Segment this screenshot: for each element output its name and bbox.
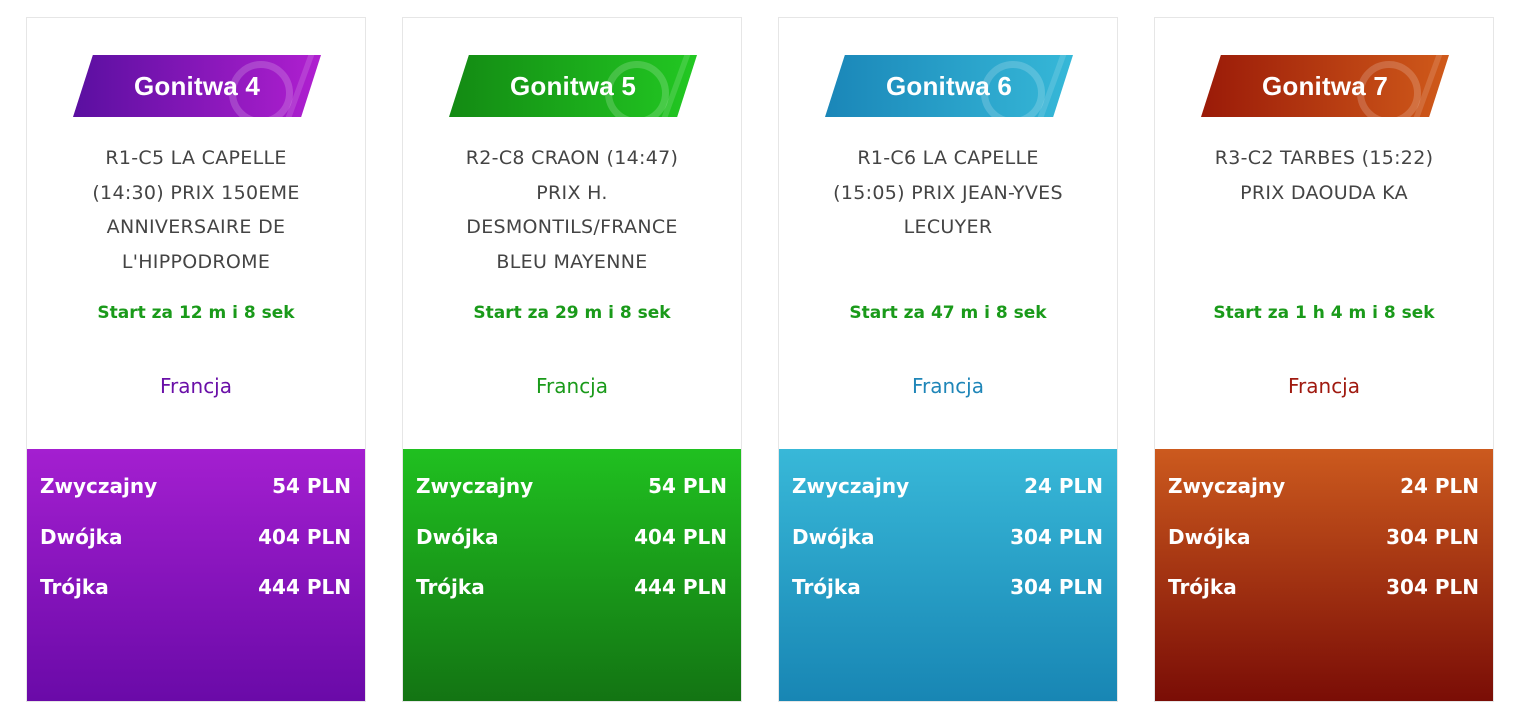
- pool-row: Zwyczajny 24 PLN: [1168, 461, 1479, 512]
- race-card[interactable]: Gonitwa 6 R1-C6 LA CAPELLE (15:05) PRIX …: [778, 17, 1118, 702]
- race-name-line: (14:30) PRIX 150EME: [92, 181, 300, 204]
- race-name: R1-C5 LA CAPELLE (14:30) PRIX 150EME ANN…: [47, 141, 345, 279]
- pool-row: Dwójka 404 PLN: [416, 512, 727, 563]
- country-label: Francja: [911, 374, 984, 398]
- race-name-line: DESMONTILS/FRANCE: [466, 216, 678, 238]
- race-name-line: LECUYER: [903, 216, 993, 238]
- pool-row: Dwójka 304 PLN: [1168, 512, 1479, 563]
- pool-value: 404 PLN: [258, 524, 351, 549]
- country-label: Francja: [159, 374, 232, 398]
- race-name-line: L'HIPPODROME: [121, 250, 271, 273]
- pool-value: 24 PLN: [1400, 474, 1479, 499]
- race-name: R2-C8 CRAON (14:47) PRIX H. DESMONTILS/F…: [423, 141, 721, 279]
- start-countdown: Start za 47 m i 8 sek: [849, 303, 1047, 323]
- pool-row: Trójka 444 PLN: [40, 562, 351, 613]
- race-name: R1-C6 LA CAPELLE (15:05) PRIX JEAN-YVES …: [799, 141, 1097, 245]
- country-label: Francja: [1287, 374, 1360, 398]
- pool-name: Dwójka: [40, 524, 123, 549]
- pool-row: Zwyczajny 24 PLN: [792, 461, 1103, 512]
- pool-name: Trójka: [416, 575, 485, 600]
- pool-value: 444 PLN: [258, 575, 351, 600]
- pool-name: Zwyczajny: [416, 474, 534, 499]
- race-name-line: PRIX DAOUDA KA: [1240, 181, 1408, 204]
- pool-name: Zwyczajny: [40, 474, 158, 499]
- pool-row: Trójka 444 PLN: [416, 562, 727, 613]
- race-name: R3-C2 TARBES (15:22) PRIX DAOUDA KA: [1175, 141, 1473, 210]
- race-badge: Gonitwa 5: [449, 55, 697, 117]
- pool-value: 304 PLN: [1386, 524, 1479, 549]
- pool-value: 444 PLN: [634, 575, 727, 600]
- pool-name: Dwójka: [416, 524, 499, 549]
- start-countdown: Start za 12 m i 8 sek: [97, 303, 295, 323]
- country-label: Francja: [535, 374, 608, 398]
- pool-row: Trójka 304 PLN: [1168, 562, 1479, 613]
- pool-row: Dwójka 304 PLN: [792, 512, 1103, 563]
- race-name-line: (15:05) PRIX JEAN-YVES: [833, 181, 1063, 204]
- pool-name: Dwójka: [1168, 524, 1251, 549]
- race-name-line: R3-C2 TARBES (15:22): [1214, 147, 1434, 169]
- pool-row: Zwyczajny 54 PLN: [416, 461, 727, 512]
- race-badge-label: Gonitwa 6: [885, 70, 1013, 101]
- pool-panel: Zwyczajny 24 PLN Dwójka 304 PLN Trójka 304 …: [779, 449, 1117, 701]
- race-name-line: R2-C8 CRAON (14:47): [465, 147, 679, 169]
- pool-name: Trójka: [40, 575, 109, 600]
- pool-value: 54 PLN: [272, 474, 351, 499]
- pool-value: 54 PLN: [648, 474, 727, 499]
- race-badge: Gonitwa 7: [1201, 55, 1449, 117]
- pool-row: Trójka 304 PLN: [792, 562, 1103, 613]
- start-countdown: Start za 1 h 4 m i 8 sek: [1213, 303, 1435, 323]
- pool-panel: Zwyczajny 54 PLN Dwójka 404 PLN Trójka 444 …: [403, 449, 741, 701]
- race-name-line: BLEU MAYENNE: [496, 250, 648, 273]
- pool-name: Zwyczajny: [1168, 474, 1286, 499]
- race-badge-label: Gonitwa 4: [133, 70, 261, 101]
- pool-row: Dwójka 404 PLN: [40, 512, 351, 563]
- pool-value: 404 PLN: [634, 524, 727, 549]
- pool-panel: Zwyczajny 24 PLN Dwójka 304 PLN Trójka 304 …: [1155, 449, 1493, 701]
- pool-name: Trójka: [792, 575, 861, 600]
- race-name-line: PRIX H.: [536, 181, 608, 204]
- race-name-line: ANNIVERSAIRE DE: [106, 216, 286, 238]
- pool-value: 304 PLN: [1010, 524, 1103, 549]
- pool-panel: Zwyczajny 54 PLN Dwójka 404 PLN Trójka 444 …: [27, 449, 365, 701]
- pool-name: Trójka: [1168, 575, 1237, 600]
- pool-value: 24 PLN: [1024, 474, 1103, 499]
- start-countdown: Start za 29 m i 8 sek: [473, 303, 671, 323]
- race-cards: Gonitwa 4 R1-C5 LA CAPELLE (14:30) PRIX …: [26, 17, 1494, 702]
- pool-value: 304 PLN: [1010, 575, 1103, 600]
- race-card[interactable]: Gonitwa 4 R1-C5 LA CAPELLE (14:30) PRIX …: [26, 17, 366, 702]
- race-badge: Gonitwa 6: [825, 55, 1073, 117]
- race-name-line: R1-C5 LA CAPELLE: [105, 147, 287, 169]
- race-card[interactable]: Gonitwa 5 R2-C8 CRAON (14:47) PRIX H. DE…: [402, 17, 742, 702]
- pool-value: 304 PLN: [1386, 575, 1479, 600]
- pool-name: Zwyczajny: [792, 474, 910, 499]
- race-card[interactable]: Gonitwa 7 R3-C2 TARBES (15:22) PRIX DAOU…: [1154, 17, 1494, 702]
- pool-name: Dwójka: [792, 524, 875, 549]
- race-badge: Gonitwa 4: [73, 55, 321, 117]
- pool-row: Zwyczajny 54 PLN: [40, 461, 351, 512]
- race-name-line: R1-C6 LA CAPELLE: [857, 147, 1039, 169]
- race-badge-label: Gonitwa 7: [1261, 70, 1389, 101]
- race-badge-label: Gonitwa 5: [509, 70, 637, 101]
